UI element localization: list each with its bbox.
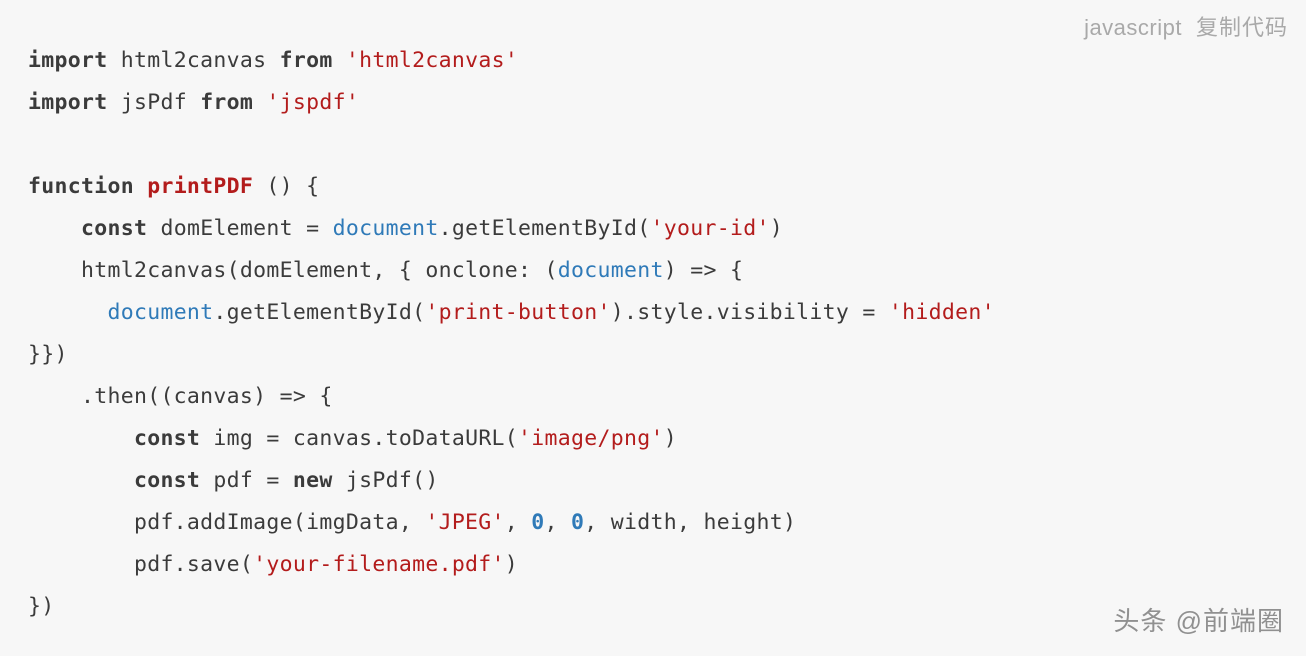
code-text — [28, 216, 81, 241]
code-text: .then((canvas) => { — [28, 384, 333, 409]
number-literal: 0 — [571, 510, 584, 535]
code-text: html2canvas(domElement, { onclone: ( — [28, 258, 558, 283]
code-text: () { — [253, 174, 319, 199]
copy-code-button[interactable]: 复制代码 — [1196, 10, 1288, 42]
code-text: ) — [664, 426, 677, 451]
code-text: .getElementById( — [439, 216, 651, 241]
keyword-from: from — [280, 48, 333, 73]
code-text: jsPdf — [107, 90, 200, 115]
code-text — [28, 426, 134, 451]
string-literal: 'html2canvas' — [333, 48, 518, 73]
keyword-from: from — [200, 90, 253, 115]
code-text — [134, 174, 147, 199]
string-literal: 'your-id' — [651, 216, 770, 241]
code-text: pdf = — [200, 468, 293, 493]
code-text: jsPdf() — [333, 468, 439, 493]
string-literal: 'print-button' — [425, 300, 610, 325]
code-text — [28, 468, 134, 493]
code-text: ).style.visibility = — [611, 300, 889, 325]
keyword-import: import — [28, 90, 107, 115]
code-text: pdf.addImage(imgData, — [28, 510, 425, 535]
function-name: printPDF — [147, 174, 253, 199]
code-header: javascript 复制代码 — [1084, 10, 1288, 42]
keyword-const: const — [134, 426, 200, 451]
code-text: ) — [505, 552, 518, 577]
language-label: javascript — [1084, 15, 1182, 41]
code-text: , width, height) — [584, 510, 796, 535]
code-text: ) => { — [664, 258, 743, 283]
global-document: document — [558, 258, 664, 283]
code-text: ) — [770, 216, 783, 241]
string-literal: 'image/png' — [518, 426, 664, 451]
global-document: document — [333, 216, 439, 241]
code-text: pdf.save( — [28, 552, 253, 577]
code-text: , — [545, 510, 572, 535]
code-text: }) — [28, 594, 55, 619]
string-literal: 'JPEG' — [425, 510, 504, 535]
keyword-const: const — [81, 216, 147, 241]
string-literal: 'hidden' — [889, 300, 995, 325]
number-literal: 0 — [531, 510, 544, 535]
code-text: domElement = — [147, 216, 332, 241]
global-document: document — [107, 300, 213, 325]
code-text: , — [505, 510, 532, 535]
keyword-const: const — [134, 468, 200, 493]
code-text — [28, 300, 107, 325]
code-text: .getElementById( — [213, 300, 425, 325]
string-literal: 'jspdf' — [253, 90, 359, 115]
code-text: }}) — [28, 342, 68, 367]
string-literal: 'your-filename.pdf' — [253, 552, 505, 577]
keyword-function: function — [28, 174, 134, 199]
keyword-import: import — [28, 48, 107, 73]
code-block: import html2canvas from 'html2canvas' im… — [0, 0, 1306, 656]
watermark: 头条 @前端圈 — [1113, 601, 1284, 638]
code-text: img = canvas.toDataURL( — [200, 426, 518, 451]
keyword-new: new — [293, 468, 333, 493]
code-text: html2canvas — [107, 48, 279, 73]
